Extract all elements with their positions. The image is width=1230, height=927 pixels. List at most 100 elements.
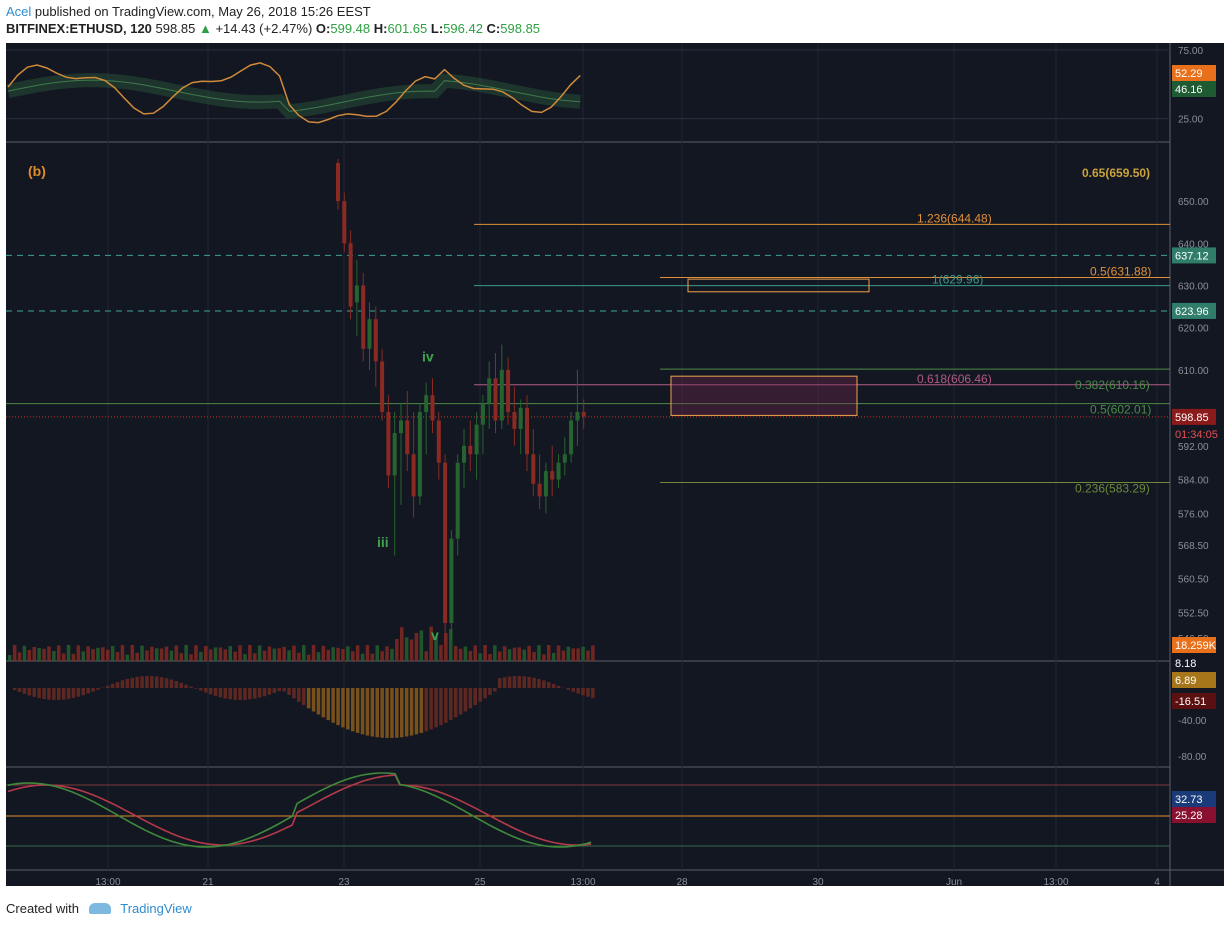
level-price-tag-label: 637.12	[1175, 250, 1209, 262]
volume-bar	[96, 647, 100, 661]
macd-histogram-bar	[326, 688, 330, 721]
volume-bar	[12, 645, 17, 661]
volume-bar	[473, 645, 477, 661]
rsi-tick-label: 75.00	[1178, 46, 1203, 57]
candle-body	[373, 319, 378, 362]
macd-histogram-bar	[27, 688, 32, 696]
price-tick-label: 630.00	[1178, 281, 1209, 292]
candle-body	[455, 462, 460, 539]
volume-bar	[262, 650, 267, 661]
volume-bar	[400, 627, 404, 661]
volume-bar	[213, 647, 218, 661]
macd-histogram-bar	[155, 676, 159, 688]
macd-histogram-bar	[311, 688, 316, 712]
macd-histogram-bar	[473, 688, 477, 706]
wave-label: iv	[422, 348, 434, 364]
macd-histogram-bar	[419, 688, 424, 733]
volume-bar	[468, 650, 473, 661]
volume-bar	[71, 653, 76, 661]
candle-body	[380, 361, 385, 413]
volume-bar	[547, 645, 551, 661]
fib-level-label: 0.65(659.50)	[1082, 166, 1150, 180]
macd-tick-label: -40.00	[1178, 716, 1207, 727]
tradingview-link[interactable]: TradingView	[120, 901, 192, 916]
volume-bar	[409, 639, 414, 661]
volume-bar	[150, 646, 154, 661]
volume-bar	[336, 647, 340, 661]
candle-body	[405, 420, 410, 455]
candle-body	[556, 462, 561, 480]
volume-bar	[414, 632, 419, 661]
volume-bar	[375, 645, 379, 661]
macd-histogram-bar	[37, 688, 41, 699]
macd-histogram-bar	[390, 688, 394, 738]
macd-histogram-bar	[282, 688, 286, 692]
time-tick-label: 21	[202, 877, 214, 888]
macd-histogram-bar	[287, 688, 291, 695]
macd-histogram-bar	[527, 676, 531, 688]
wave-label: (b)	[28, 163, 46, 179]
macd-histogram-bar	[120, 680, 125, 688]
macd-histogram-bar	[385, 688, 389, 738]
macd-histogram-bar	[106, 685, 110, 688]
volume-bar	[483, 645, 487, 661]
volume-bar	[355, 645, 360, 661]
volume-bar	[507, 649, 512, 661]
macd-histogram-bar	[404, 688, 409, 737]
macd-histogram-bar	[331, 688, 335, 723]
macd-histogram-bar	[243, 688, 247, 700]
macd-histogram-bar	[194, 688, 198, 689]
macd-histogram-bar	[96, 688, 100, 690]
macd-histogram-bar	[532, 677, 536, 688]
volume-bar	[233, 651, 237, 661]
macd-histogram-bar	[42, 688, 46, 700]
volume-bar	[57, 645, 61, 661]
time-tick-label: 25	[474, 877, 486, 888]
volume-bar	[498, 651, 502, 661]
volume-bar	[27, 650, 32, 661]
candle-body	[569, 420, 574, 455]
macd-histogram-bar	[169, 679, 174, 688]
macd-histogram-bar	[125, 678, 130, 688]
macd-histogram-bar	[228, 688, 232, 700]
macd-histogram-bar	[581, 688, 585, 696]
stoch-k-tag-label: 32.73	[1175, 794, 1203, 806]
macd-histogram-bar	[507, 676, 512, 688]
volume-bar	[390, 648, 394, 661]
volume-bar	[292, 645, 296, 661]
volume-bar	[37, 648, 41, 661]
price-tick-label: 568.50	[1178, 541, 1209, 552]
macd-histogram-bar	[571, 688, 575, 692]
volume-bar	[164, 646, 169, 661]
macd-histogram-bar	[375, 688, 379, 738]
macd-histogram-bar	[52, 688, 56, 700]
chart-canvas[interactable]: 0.65(659.50) 1.236(644.48) 0.5(631.88) 1(62…	[0, 0, 1230, 900]
volume-bar	[591, 645, 595, 661]
volume-bar	[243, 654, 247, 661]
volume-bar	[110, 645, 115, 661]
volume-bar	[184, 645, 188, 661]
fib-level-label: 0.5(602.01)	[1090, 403, 1151, 417]
volume-bar	[223, 649, 228, 661]
macd-histogram-bar	[81, 688, 85, 696]
volume-bar	[204, 646, 208, 661]
macd-histogram-bar	[272, 688, 277, 693]
volume-bar	[81, 651, 85, 661]
macd-histogram-bar	[551, 683, 556, 688]
bar-countdown-tag-label: 01:34:05	[1175, 429, 1218, 441]
macd-histogram-bar	[483, 688, 487, 699]
macd-histogram-bar	[150, 676, 154, 688]
volume-bar	[208, 649, 213, 661]
volume-bar	[76, 645, 81, 661]
volume-bar	[306, 654, 311, 661]
volume-bar	[365, 645, 370, 661]
macd-histogram-bar	[400, 688, 404, 738]
candle-body	[543, 471, 548, 497]
candle-body	[512, 412, 517, 429]
volume-bar	[277, 648, 281, 661]
chart-background	[6, 43, 1224, 886]
macd-histogram-bar	[57, 688, 61, 700]
macd-histogram-bar	[257, 688, 262, 698]
macd-histogram-bar	[233, 688, 237, 700]
macd-histogram-bar	[86, 688, 90, 694]
